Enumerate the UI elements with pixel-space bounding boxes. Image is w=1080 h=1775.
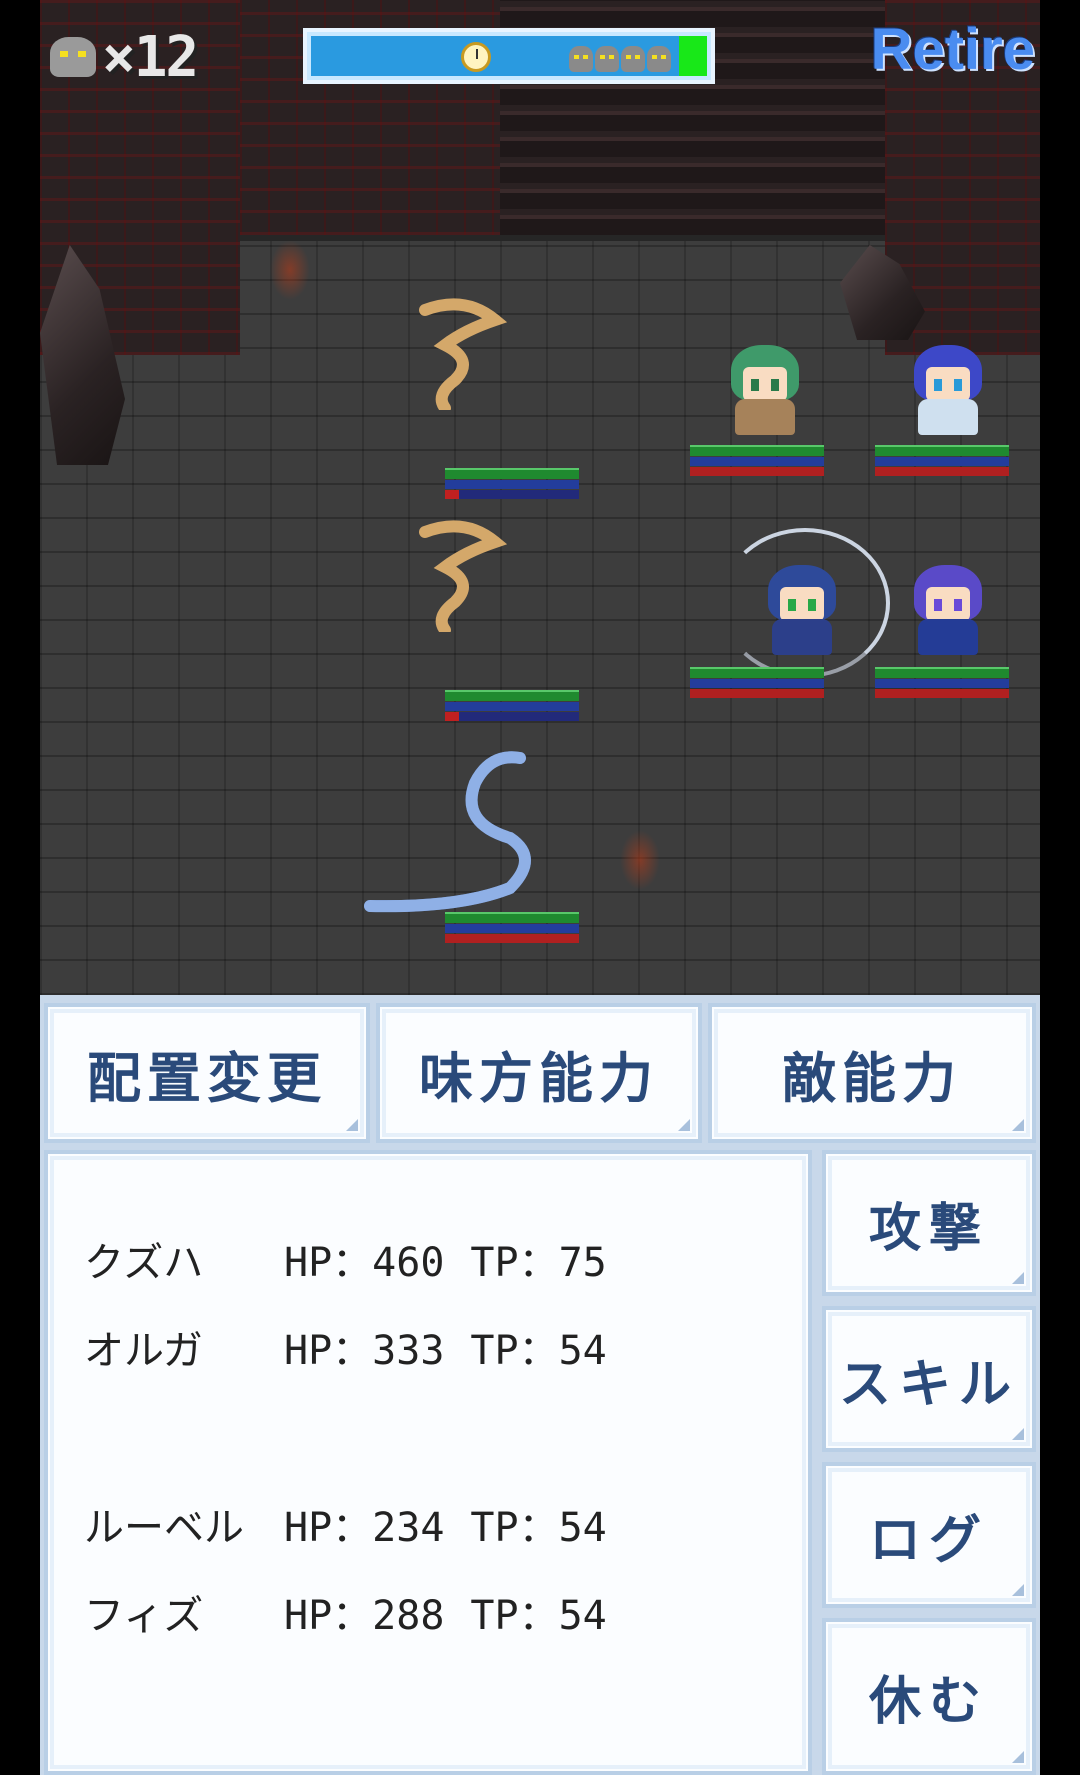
character-name: ルーベル — [84, 1505, 244, 1551]
status-row: クズハ HP：460 TP：75 — [84, 1230, 633, 1288]
enemy-2-bars — [445, 690, 579, 722]
ally-orga[interactable] — [908, 345, 988, 437]
corner-arrow-icon — [1012, 1428, 1024, 1440]
monster-icon — [50, 37, 96, 77]
timer-fill — [311, 36, 707, 76]
tp-value: TP：54 — [470, 1328, 607, 1374]
character-name: オルガ — [84, 1328, 203, 1374]
enemy-3-bars — [445, 912, 579, 944]
monster-icon — [595, 46, 619, 72]
hp-value: HP：333 — [284, 1328, 445, 1374]
ally-kuzuha[interactable] — [725, 345, 805, 437]
tp-value: TP：54 — [470, 1505, 607, 1551]
log-button[interactable]: ログ — [822, 1462, 1036, 1608]
attack-label: 攻撃 — [868, 1198, 989, 1259]
ally-rubel-bars — [690, 667, 824, 699]
hp-value: HP：288 — [284, 1593, 445, 1639]
party-status-panel: クズハ HP：460 TP：75 オルガ HP：333 TP：54 ルーベル H… — [44, 1150, 812, 1775]
ally-rubel[interactable] — [762, 565, 842, 657]
ember-decoration — [270, 240, 310, 300]
enemy-sand-serpent-1[interactable] — [405, 290, 515, 410]
monster-icon — [569, 46, 593, 72]
character-name: クズハ — [84, 1240, 204, 1286]
status-row: ルーベル HP：234 TP：54 — [84, 1495, 633, 1553]
ally-kuzuha-bars — [690, 445, 824, 477]
battle-field: ×12 Retire — [40, 0, 1040, 995]
hp-value: HP：460 — [284, 1240, 445, 1286]
game-screen: ×12 Retire 配置変更 味方能力 敵能力 クズハ HP：460 TP：7… — [40, 0, 1040, 1775]
enemy-queue — [569, 46, 671, 72]
attack-button[interactable]: 攻撃 — [822, 1150, 1036, 1296]
retire-button[interactable]: Retire — [871, 16, 1035, 83]
monster-icon — [621, 46, 645, 72]
corner-arrow-icon — [678, 1119, 690, 1131]
status-row: オルガ HP：333 TP：54 — [84, 1318, 633, 1376]
turn-timer-bar — [303, 28, 715, 84]
enemy-ability-button[interactable]: 敵能力 — [708, 1003, 1036, 1143]
corner-arrow-icon — [1012, 1584, 1024, 1596]
floor-edge — [240, 235, 885, 241]
character-name: フィズ — [84, 1593, 204, 1639]
enemy-ability-label: 敵能力 — [782, 1046, 962, 1110]
enemy-count: ×12 — [102, 24, 199, 90]
corner-arrow-icon — [1012, 1119, 1024, 1131]
ally-orga-bars — [875, 445, 1009, 477]
corner-arrow-icon — [346, 1119, 358, 1131]
rest-label: 休む — [868, 1672, 989, 1732]
timer-end-marker — [679, 36, 707, 76]
ally-fiz-bars — [875, 667, 1009, 699]
enemy-sand-serpent-2[interactable] — [405, 512, 515, 632]
skill-button[interactable]: スキル — [822, 1306, 1036, 1452]
corner-arrow-icon — [1012, 1272, 1024, 1284]
monster-icon — [647, 46, 671, 72]
enemy-1-bars — [445, 468, 579, 500]
stopwatch-icon — [461, 42, 491, 72]
tp-value: TP：75 — [470, 1240, 607, 1286]
rest-button[interactable]: 休む — [822, 1618, 1036, 1775]
enemy-counter: ×12 — [50, 22, 199, 92]
status-row: フィズ HP：288 TP：54 — [84, 1583, 633, 1641]
formation-change-label: 配置変更 — [87, 1046, 327, 1110]
ember-decoration — [620, 830, 660, 890]
tp-value: TP：54 — [470, 1593, 607, 1639]
skill-label: スキル — [838, 1354, 1019, 1415]
ally-ability-label: 味方能力 — [419, 1046, 659, 1110]
formation-change-button[interactable]: 配置変更 — [44, 1003, 370, 1143]
log-label: ログ — [868, 1510, 989, 1571]
ally-fiz[interactable] — [908, 565, 988, 657]
enemy-blue-serpent[interactable] — [360, 738, 560, 913]
hp-value: HP：234 — [284, 1505, 445, 1551]
corner-arrow-icon — [1012, 1751, 1024, 1763]
ally-ability-button[interactable]: 味方能力 — [376, 1003, 702, 1143]
